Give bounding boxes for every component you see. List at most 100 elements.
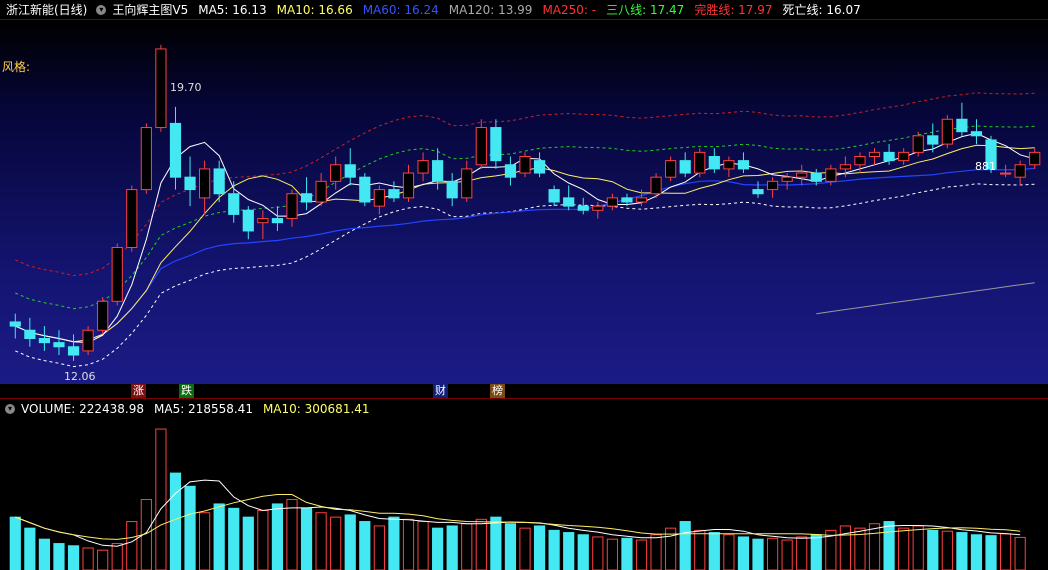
candle-body [883,151,895,162]
volume-bar [985,535,997,570]
indicator-name[interactable]: 王向辉主图V5 [112,1,188,18]
volume-bar [461,523,473,570]
volume-bar [67,545,80,570]
high-price-label: 19.70 [170,81,202,94]
volume-bar [257,510,269,570]
candle-body [825,168,837,182]
candle-body [24,329,36,339]
candle-body [839,164,851,170]
event-marker-2[interactable]: 财 [433,384,448,398]
volume-bar [82,547,94,570]
volume-bar [956,532,968,570]
ma120-line [816,282,1035,315]
candle-body [330,164,342,182]
volume-bar [24,527,36,570]
volume-hand-label: 881 [975,160,996,173]
candle-body [970,131,983,137]
volume-bar [781,539,793,570]
ma-value-3: MA120: 13.99 [448,3,533,17]
candle-body [548,189,560,203]
candle-body [665,160,677,178]
volume-bar [97,549,109,570]
candle-body [359,176,371,203]
event-marker-0[interactable]: 涨 [131,384,146,398]
candle-body [242,209,254,232]
ma-value-7: 死亡线: 16.07 [782,3,861,17]
volume-value-0: VOLUME: 222438.98 [21,401,144,416]
candle-body [1029,151,1041,166]
victory-line [15,92,1035,277]
candle-body [446,180,458,199]
volume-bar [999,533,1012,570]
volume-bar [213,503,225,570]
event-marker-1[interactable]: 跌 [179,384,194,398]
volume-bar [519,527,531,570]
volume-bar [344,514,356,570]
candle-body [796,172,808,178]
candle-body [752,189,764,195]
death-line [15,183,1035,368]
volume-svg [9,428,1026,570]
volume-bar [9,516,21,570]
candle-body [82,329,94,352]
volume-bar [373,525,385,570]
volume-chart[interactable] [0,418,1048,570]
volume-bar [1014,536,1026,570]
price-chart[interactable]: 风格: 19.70 12.06 881 [0,20,1048,384]
volume-bar [927,529,939,570]
candle-body [213,168,225,195]
candle-body [635,197,648,203]
volume-bar [737,536,750,570]
style-label: 风格: [2,60,31,74]
volume-bar [970,534,983,570]
candle-body [519,156,531,174]
volume-bar [941,530,953,570]
volume-bar [577,534,589,570]
event-marker-3[interactable]: 榜 [490,384,505,398]
volume-bar [766,537,779,570]
volume-value-2: MA10: 300681.41 [262,401,370,416]
candle-body [300,193,313,203]
candle-body [854,156,866,166]
candle-body [679,160,691,174]
ma-value-4: MA250: - [542,3,597,17]
candle-body [53,342,65,348]
candle-body [737,160,750,170]
candle-body [9,321,21,327]
chevron-down-icon[interactable]: ▾ [96,4,107,15]
candle-body [999,172,1012,175]
candle-body [533,160,546,174]
volume-bar [752,538,764,570]
candle-body [504,164,517,178]
volume-bar [868,523,881,570]
volume-bar [679,521,691,570]
stock-name: 浙江新能(日线) [6,3,88,17]
ma-value-6: 完胜线: 17.97 [694,3,773,17]
candle-body [286,193,298,220]
volume-bar [810,534,822,570]
volume-bar [359,521,371,570]
candle-body [694,151,706,174]
chevron-down-icon[interactable]: ▾ [5,403,15,414]
volume-bar [38,538,51,570]
volume-bar [504,523,517,570]
volume-bar [490,516,502,570]
volume-bar [723,534,735,570]
candle-body [184,176,196,191]
volume-values: VOLUME: 222438.98 MA5: 218558.41 MA10: 300… [21,402,380,416]
low-price-label: 12.06 [64,370,96,383]
candle-body [941,118,953,145]
candle-body [257,218,269,224]
volume-bar [883,521,895,570]
volume-bar [155,428,167,570]
candle-body [563,197,575,207]
candle-body [606,197,618,207]
candle-body [388,189,400,199]
volume-bar [417,521,429,570]
candle-body [912,135,924,153]
candle-body [155,48,167,129]
volume-value-1: MA5: 218558.41 [154,401,253,416]
candle-body [868,151,881,157]
candle-body [577,205,589,211]
volume-bar [475,518,487,570]
